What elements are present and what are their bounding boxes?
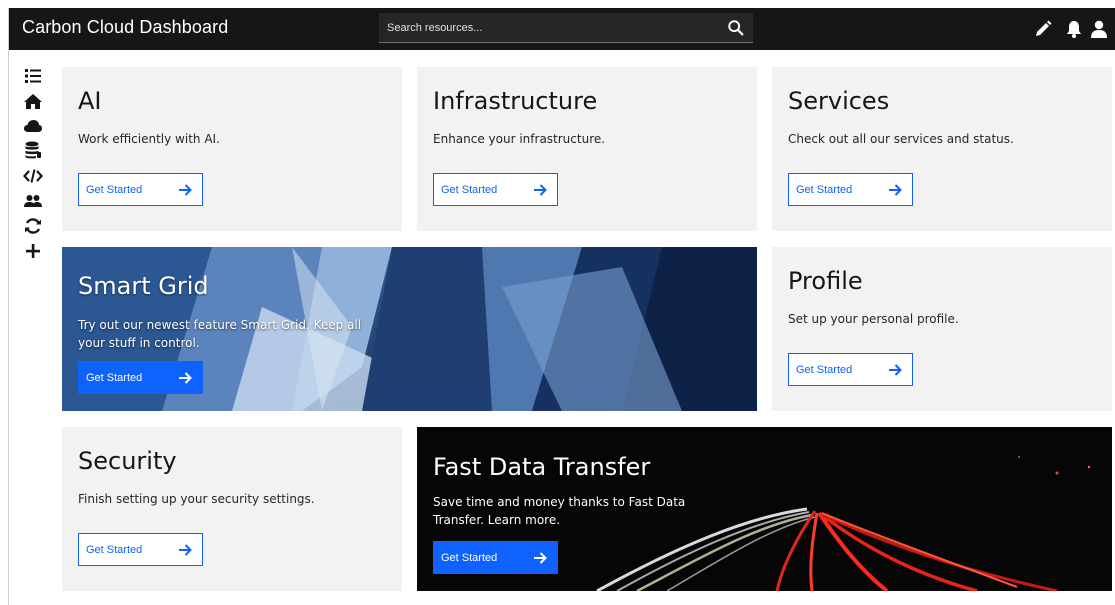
card-profile-description: Set up your personal profile. bbox=[788, 312, 959, 326]
card-fast-data-description: Save time and money thanks to Fast Data … bbox=[433, 495, 686, 527]
card-services-description: Check out all our services and status. bbox=[788, 132, 1014, 146]
database-icon[interactable] bbox=[23, 140, 43, 160]
code-icon[interactable] bbox=[23, 166, 43, 186]
security-get-started-button[interactable]: Get Started bbox=[78, 533, 203, 566]
card-security: Security Finish setting up your security… bbox=[62, 427, 402, 591]
arrow-right-icon bbox=[889, 184, 902, 196]
app-title[interactable]: Carbon Cloud Dashboard bbox=[22, 17, 228, 38]
infrastructure-get-started-button[interactable]: Get Started bbox=[433, 173, 558, 206]
sidebar bbox=[9, 50, 55, 605]
list-icon[interactable] bbox=[23, 66, 43, 86]
card-security-title: Security bbox=[78, 447, 177, 475]
arrow-right-icon bbox=[179, 184, 192, 196]
search-box[interactable] bbox=[379, 13, 753, 43]
card-fast-data-transfer: Fast Data Transfer Save time and money t… bbox=[417, 427, 1112, 591]
card-ai: AI Work efficiently with AI. Get Started bbox=[62, 67, 402, 231]
card-infrastructure-title: Infrastructure bbox=[433, 87, 598, 115]
notification-icon[interactable] bbox=[1064, 19, 1084, 39]
card-infrastructure-description: Enhance your infrastructure. bbox=[433, 132, 606, 146]
card-ai-title: AI bbox=[78, 87, 102, 115]
users-icon[interactable] bbox=[23, 191, 43, 211]
top-bar: Carbon Cloud Dashboard bbox=[9, 8, 1115, 50]
arrow-right-icon bbox=[534, 184, 547, 196]
profile-get-started-button[interactable]: Get Started bbox=[788, 353, 913, 386]
fast-data-get-started-button[interactable]: Get Started bbox=[433, 541, 558, 574]
home-icon[interactable] bbox=[23, 91, 43, 111]
services-get-started-button[interactable]: Get Started bbox=[788, 173, 913, 206]
add-icon[interactable] bbox=[23, 241, 43, 261]
user-icon[interactable] bbox=[1089, 19, 1109, 39]
card-smart-grid: Smart Grid Try out our newest feature Sm… bbox=[62, 247, 757, 411]
card-smart-grid-title: Smart Grid bbox=[78, 272, 209, 300]
app-frame: Carbon Cloud Dashboard Search resources.… bbox=[8, 8, 1115, 605]
search-input[interactable] bbox=[379, 13, 719, 43]
edit-icon[interactable] bbox=[1033, 19, 1053, 39]
arrow-right-icon bbox=[179, 544, 192, 556]
card-ai-description: Work efficiently with AI. bbox=[78, 132, 220, 146]
ai-get-started-button[interactable]: Get Started bbox=[78, 173, 203, 206]
card-infrastructure: Infrastructure Enhance your infrastructu… bbox=[417, 67, 757, 231]
arrow-right-icon bbox=[534, 552, 547, 564]
smart-grid-get-started-button[interactable]: Get Started bbox=[78, 361, 203, 394]
search-icon[interactable] bbox=[727, 19, 745, 37]
card-services-title: Services bbox=[788, 87, 890, 115]
arrow-right-icon bbox=[889, 364, 902, 376]
sync-icon[interactable] bbox=[23, 216, 43, 236]
cloud-icon[interactable] bbox=[23, 116, 43, 136]
arrow-right-icon bbox=[179, 372, 192, 384]
card-security-description: Finish setting up your security settings… bbox=[78, 492, 315, 506]
card-services: Services Check out all our services and … bbox=[772, 67, 1112, 231]
card-smart-grid-description: Try out our newest feature Smart Grid. K… bbox=[78, 318, 362, 350]
card-profile: Profile Set up your personal profile. Ge… bbox=[772, 247, 1112, 411]
card-fast-data-title: Fast Data Transfer bbox=[433, 453, 651, 481]
card-profile-title: Profile bbox=[788, 267, 863, 295]
